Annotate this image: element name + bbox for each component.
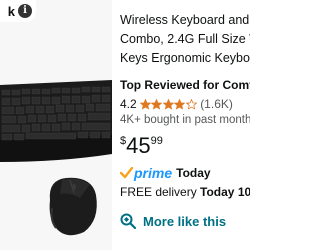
- price-fraction: 99: [150, 135, 163, 147]
- top-reviewed-label: Top Reviewed for Comfor: [120, 78, 250, 92]
- product-title[interactable]: Wireless Keyboard and Combo, 2.4G Full S…: [120, 11, 250, 68]
- rating-row[interactable]: 4.2 (1.6K): [120, 97, 233, 111]
- prime-badge: prime Today: [120, 165, 211, 181]
- info-icon[interactable]: i: [18, 4, 32, 18]
- product-title-line[interactable]: Wireless Keyboard and: [120, 11, 250, 30]
- star-icon: [151, 98, 163, 110]
- bought-count: 4K+ bought in past month: [120, 114, 250, 126]
- product-title-line[interactable]: Keys Ergonomic Keybo: [120, 49, 250, 68]
- product-title-line[interactable]: Combo, 2.4G Full Size W: [120, 30, 250, 49]
- price-whole: 45: [126, 133, 151, 158]
- star-icon: [162, 98, 174, 110]
- keyboard-mouse-product-image[interactable]: [0, 80, 112, 250]
- price: $4599: [120, 133, 163, 159]
- delivery-time: Today 10 AM: [200, 185, 250, 199]
- delivery-prefix: FREE delivery: [120, 185, 197, 199]
- prime-check-icon: [120, 167, 133, 179]
- delivery-info: FREE delivery Today 10 AM: [120, 185, 250, 199]
- prime-label: prime: [134, 165, 173, 181]
- product-details: Wireless Keyboard and Combo, 2.4G Full S…: [120, 0, 250, 250]
- visual-search-icon: [120, 213, 136, 229]
- product-image-panel[interactable]: k i: [0, 0, 112, 250]
- more-like-this-button[interactable]: More like this: [120, 213, 226, 229]
- prime-day: Today: [176, 166, 211, 180]
- badge-text: k: [7, 3, 15, 19]
- info-badge[interactable]: k i: [0, 0, 36, 22]
- star-rating[interactable]: [139, 98, 198, 110]
- star-icon: [139, 98, 151, 110]
- rating-count[interactable]: (1.6K): [200, 97, 233, 111]
- rating-value: 4.2: [120, 97, 137, 111]
- star-icon: [174, 98, 186, 110]
- star-icon: [185, 98, 197, 110]
- price-symbol: $: [120, 135, 127, 147]
- more-like-this-label[interactable]: More like this: [143, 214, 226, 229]
